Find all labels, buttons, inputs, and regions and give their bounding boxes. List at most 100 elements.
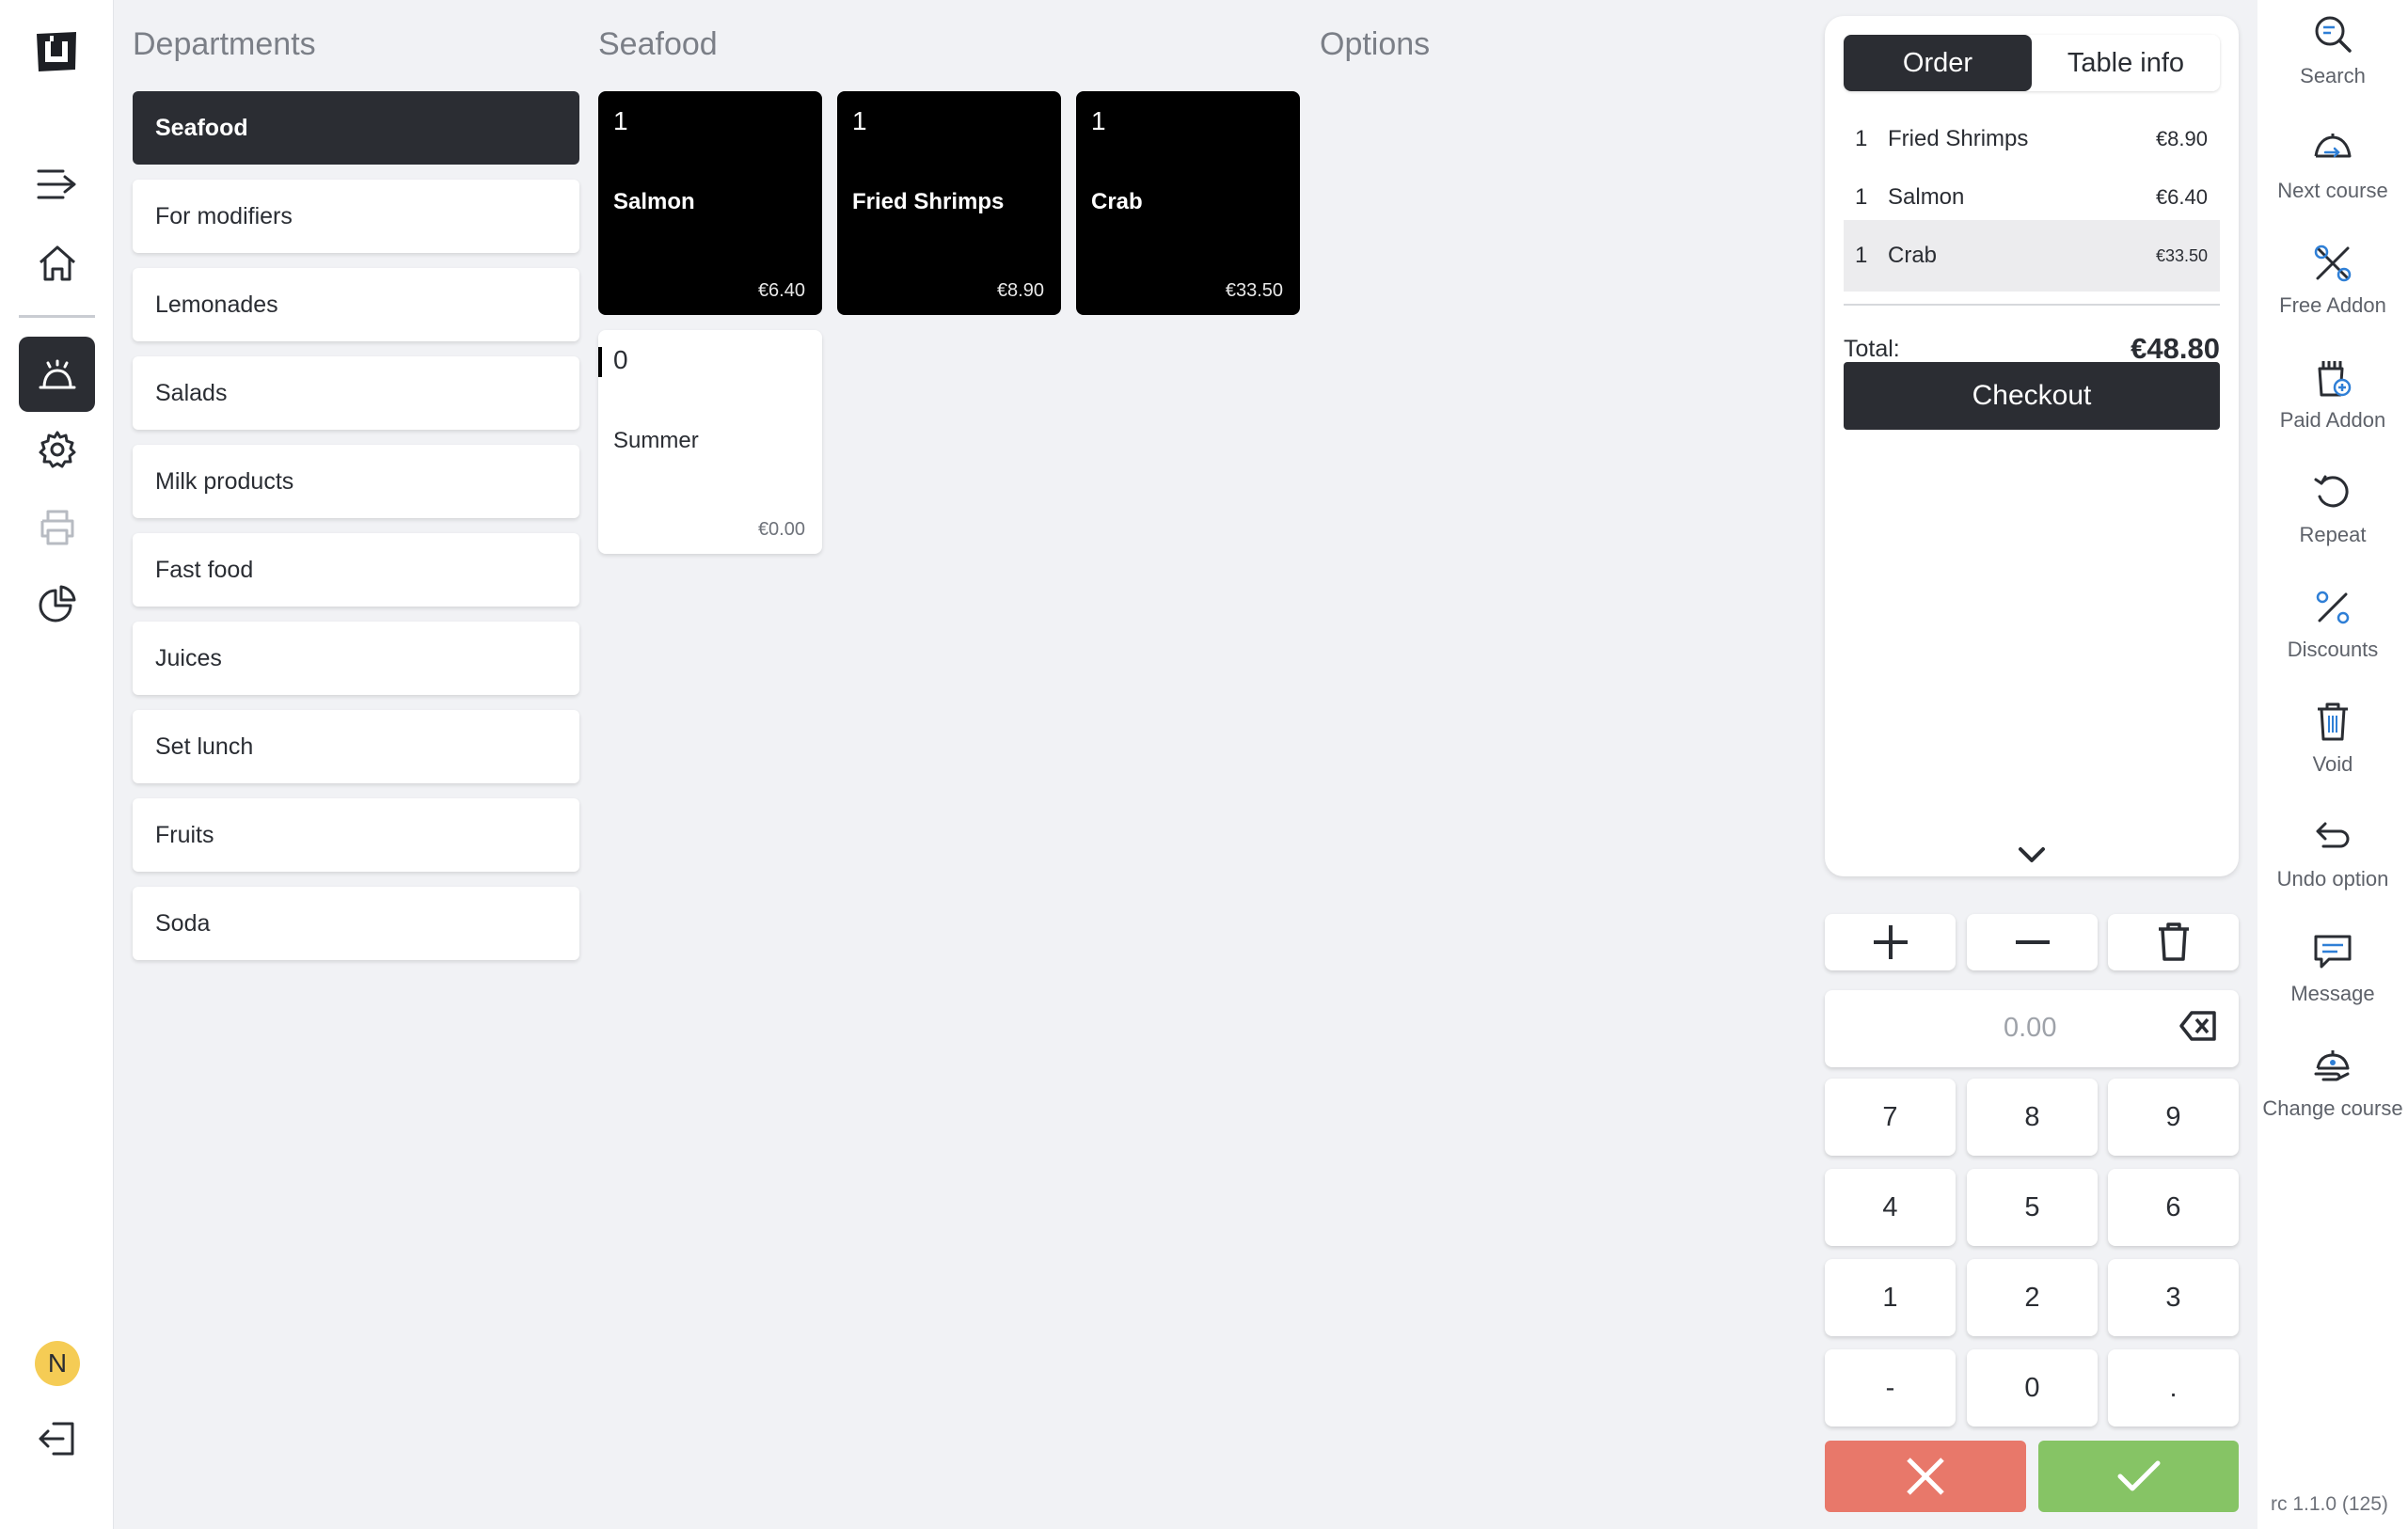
tab-table-info[interactable]: Table info [2032, 35, 2220, 91]
text-cursor [598, 347, 602, 377]
backspace-icon[interactable] [2178, 1009, 2218, 1048]
repeat-action[interactable]: Repeat [2258, 466, 2408, 570]
product-name: Fried Shrimps [852, 189, 1005, 214]
expand-menu-icon [37, 169, 75, 199]
line-name: Salmon [1888, 184, 1965, 210]
search-action[interactable]: Search [2258, 8, 2408, 111]
key-6[interactable]: 6 [2108, 1169, 2239, 1246]
amount-display[interactable]: 0.00 [1825, 990, 2239, 1067]
line-qty: 1 [1855, 184, 1868, 210]
line-qty: 1 [1855, 243, 1868, 268]
print-button[interactable] [19, 489, 95, 564]
product-qty: 0 [613, 345, 628, 374]
key-3[interactable]: 3 [2108, 1259, 2239, 1336]
order-line[interactable]: 1 Fried Shrimps €8.90 [1844, 110, 2220, 168]
product-price: €0.00 [757, 519, 805, 540]
key-dot[interactable]: . [2108, 1349, 2239, 1427]
department-fruits[interactable]: Fruits [133, 798, 579, 872]
product-name: Salmon [613, 189, 695, 214]
line-name: Fried Shrimps [1888, 126, 2029, 151]
options-title: Options [1320, 26, 1431, 62]
action-rail: Search Next course Free Addon Paid Addon… [2258, 0, 2408, 1529]
key-1[interactable]: 1 [1825, 1259, 1956, 1336]
key-9[interactable]: 9 [2108, 1079, 2239, 1156]
product-price: €6.40 [757, 280, 805, 301]
key-2[interactable]: 2 [1967, 1259, 2098, 1336]
department-lemonades[interactable]: Lemonades [133, 268, 579, 341]
chevron-down-icon[interactable] [2017, 845, 2047, 869]
order-line[interactable]: 1 Salmon €6.40 [1844, 168, 2220, 227]
department-seafood[interactable]: Seafood [133, 91, 579, 165]
product-name: Crab [1091, 189, 1143, 214]
checkout-button[interactable]: Checkout [1844, 362, 2220, 430]
product-salmon[interactable]: 1 Salmon €6.40 [598, 91, 822, 315]
action-label: Void [2312, 752, 2353, 776]
department-soda[interactable]: Soda [133, 887, 579, 960]
logout-icon [39, 1422, 73, 1456]
tab-order[interactable]: Order [1844, 35, 2032, 91]
undo-icon [2312, 811, 2353, 863]
service-bell-icon [39, 359, 75, 389]
message-action[interactable]: Message [2258, 925, 2408, 1029]
minus-icon [2015, 940, 2050, 944]
settings-button[interactable] [19, 412, 95, 487]
department-salads[interactable]: Salads [133, 356, 579, 430]
trash-icon [2314, 696, 2352, 749]
printer-icon [40, 510, 73, 545]
confirm-button[interactable] [2038, 1441, 2239, 1512]
cancel-button[interactable] [1825, 1441, 2026, 1512]
department-milk-products[interactable]: Milk products [133, 445, 579, 518]
key-8[interactable]: 8 [1967, 1079, 2098, 1156]
total-divider [1844, 304, 2220, 306]
department-set-lunch[interactable]: Set lunch [133, 710, 579, 783]
total-label: Total: [1844, 336, 1900, 362]
key-5[interactable]: 5 [1967, 1169, 2098, 1246]
gear-icon [39, 431, 75, 468]
line-price: €8.90 [2155, 127, 2208, 150]
key-minus[interactable]: - [1825, 1349, 1956, 1427]
reports-button[interactable] [19, 566, 95, 641]
department-for-modifiers[interactable]: For modifiers [133, 180, 579, 253]
line-qty: 1 [1855, 126, 1868, 151]
left-navigation: N [0, 0, 114, 1529]
order-line-selected[interactable]: 1 Crab €33.50 [1844, 220, 2220, 292]
delete-line-button[interactable] [2108, 914, 2239, 970]
increase-button[interactable] [1825, 914, 1956, 970]
department-juices[interactable]: Juices [133, 622, 579, 695]
department-fast-food[interactable]: Fast food [133, 533, 579, 607]
logout-button[interactable] [19, 1401, 95, 1476]
pie-chart-icon [39, 585, 75, 623]
discounts-action[interactable]: Discounts [2258, 581, 2408, 685]
order-panel: Order Table info 1 Fried Shrimps €8.90 1… [1825, 16, 2239, 876]
product-crab[interactable]: 1 Crab €33.50 [1076, 91, 1300, 315]
key-4[interactable]: 4 [1825, 1169, 1956, 1246]
product-price: €8.90 [996, 280, 1044, 301]
home-button[interactable] [19, 226, 95, 301]
product-price: €33.50 [1225, 280, 1283, 301]
order-tabs: Order Table info [1844, 35, 2220, 91]
checkmark-icon [2117, 1460, 2160, 1491]
next-course-action[interactable]: Next course [2258, 122, 2408, 226]
decrease-button[interactable] [1967, 914, 2098, 970]
change-course-action[interactable]: Change course [2258, 1040, 2408, 1143]
repeat-icon [2312, 466, 2353, 519]
search-icon [2312, 8, 2353, 60]
paid-addon-action[interactable]: Paid Addon [2258, 352, 2408, 455]
action-label: Discounts [2287, 638, 2379, 661]
product-summer[interactable]: 0 Summer €0.00 [598, 330, 822, 554]
undo-option-action[interactable]: Undo option [2258, 811, 2408, 914]
user-avatar[interactable]: N [35, 1341, 80, 1386]
action-label: Repeat [2299, 523, 2367, 546]
key-0[interactable]: 0 [1967, 1349, 2098, 1427]
free-addon-action[interactable]: Free Addon [2258, 237, 2408, 340]
message-icon [2312, 925, 2353, 978]
expand-menu-button[interactable] [19, 147, 95, 222]
void-action[interactable]: Void [2258, 696, 2408, 799]
product-qty: 1 [613, 106, 628, 135]
line-price: €6.40 [2155, 185, 2208, 209]
key-7[interactable]: 7 [1825, 1079, 1956, 1156]
product-fried-shrimps[interactable]: 1 Fried Shrimps €8.90 [837, 91, 1061, 315]
u-logo-icon [33, 28, 80, 75]
service-button[interactable] [19, 337, 95, 412]
trash-icon [2158, 922, 2189, 961]
